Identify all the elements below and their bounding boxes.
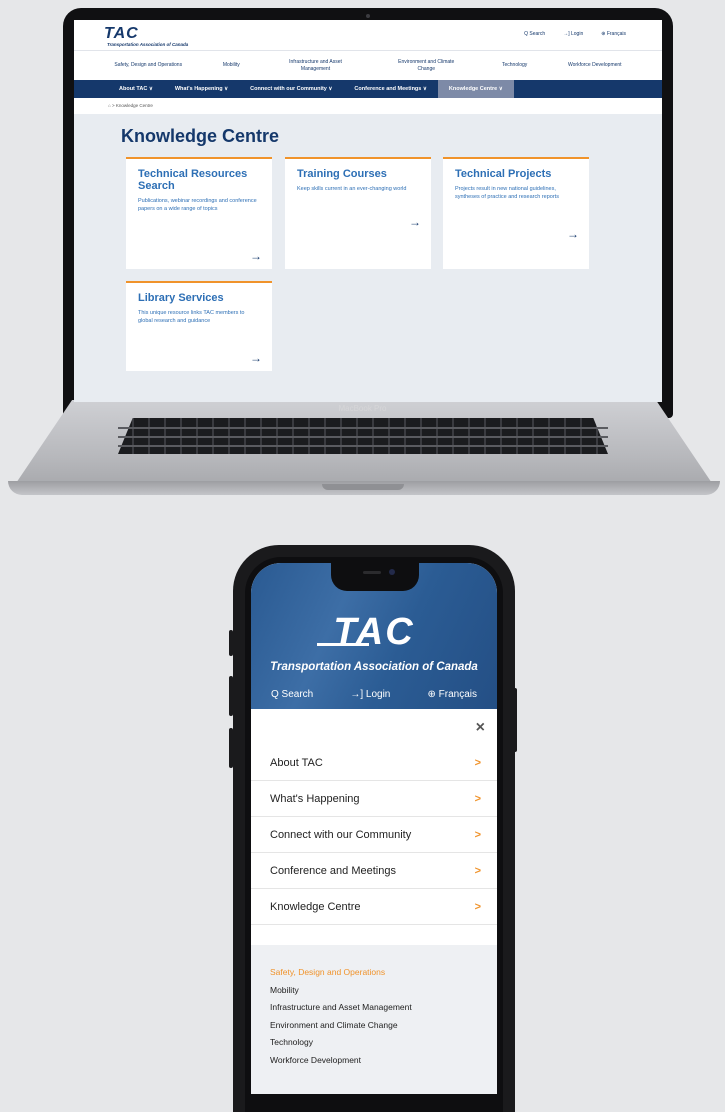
menu-item-label: Connect with our Community	[270, 828, 412, 841]
logo-speed-line	[317, 643, 369, 646]
laptop-screen: TAC Transportation Association of Canada…	[74, 20, 662, 402]
speaker-grille	[363, 571, 381, 574]
topic-link[interactable]: Technology	[502, 62, 527, 69]
keyboard-row	[118, 445, 608, 447]
menu-item-whats-happening[interactable]: What's Happening >	[251, 781, 497, 817]
laptop-mockup: MacBook Pro TAC Transportation Associati…	[0, 0, 725, 500]
chevron-right-icon: >	[474, 900, 481, 913]
card-title: Library Services	[138, 292, 224, 304]
keyboard-row	[118, 436, 608, 438]
topic-nav: Safety, Design and Operations Mobility I…	[74, 50, 662, 80]
chevron-right-icon: >	[474, 756, 481, 769]
close-icon[interactable]: ×	[476, 719, 485, 737]
card-title: Technical Projects	[455, 168, 552, 180]
card-grid: Technical Resources Search Publications,…	[74, 157, 662, 402]
phone-mockup: TAC Transportation Association of Canada…	[233, 545, 515, 1112]
main-nav-item[interactable]: Conference and Meetings ∨	[343, 80, 437, 98]
topic-link[interactable]: Infrastructure and Asset Management	[281, 59, 351, 72]
card-technical-projects[interactable]: Technical Projects Projects result in ne…	[443, 157, 589, 269]
topic-link[interactable]: Workforce Development	[270, 1055, 478, 1073]
phone-notch	[331, 563, 419, 591]
tac-logo-subtitle: Transportation Association of Canada	[270, 661, 478, 673]
main-nav-item[interactable]: Connect with our Community ∨	[239, 80, 343, 98]
card-description: Keep skills current in an ever-changing …	[297, 186, 407, 193]
keyboard-row	[118, 427, 608, 429]
login-link[interactable]: →] Login	[350, 689, 390, 700]
phone-camera	[389, 569, 395, 575]
card-description: This unique resource links TAC members t…	[138, 310, 245, 325]
topic-link[interactable]: Environment and Climate Change	[391, 59, 461, 72]
topic-link[interactable]: Mobility	[223, 62, 240, 69]
mobile-utility-nav: Q Search →] Login ⊕ Français	[271, 689, 477, 700]
card-description: Projects result in new national guidelin…	[455, 186, 559, 201]
arrow-right-icon[interactable]: →	[409, 215, 421, 229]
menu-item-label: Knowledge Centre	[270, 900, 361, 913]
menu-item-community[interactable]: Connect with our Community >	[251, 817, 497, 853]
page-title: Knowledge Centre	[121, 126, 280, 146]
card-description: Publications, webinar recordings and con…	[138, 198, 257, 213]
menu-item-about[interactable]: About TAC >	[251, 745, 497, 781]
topic-link[interactable]: Environment and Climate Change	[270, 1020, 478, 1038]
main-nav-item-active[interactable]: Knowledge Centre ∨	[437, 80, 514, 98]
chevron-right-icon: >	[474, 864, 481, 877]
topic-link[interactable]: Mobility	[270, 985, 478, 1003]
laptop-model-label: MacBook Pro	[338, 404, 387, 413]
phone-screen: TAC Transportation Association of Canada…	[251, 563, 497, 1094]
main-nav: About TAC ∨ What's Happening ∨ Connect w…	[74, 80, 662, 98]
arrow-right-icon[interactable]: →	[250, 351, 262, 365]
menu-close-bar: ×	[251, 709, 497, 745]
chevron-right-icon: >	[474, 828, 481, 841]
mobile-topic-list: Safety, Design and Operations Mobility I…	[251, 945, 497, 1094]
topic-link[interactable]: Workforce Development	[568, 62, 622, 69]
site-header: TAC Transportation Association of Canada…	[74, 20, 662, 50]
login-link[interactable]: →] Login	[563, 31, 583, 37]
tac-logo-subtitle: Transportation Association of Canada	[107, 42, 189, 47]
tac-logo[interactable]: TAC	[251, 611, 497, 654]
language-link[interactable]: ⊕ Français	[427, 689, 477, 700]
laptop-thumb-notch	[322, 484, 404, 490]
topic-link[interactable]: Infrastructure and Asset Management	[270, 1002, 478, 1020]
main-nav-item[interactable]: What's Happening ∨	[164, 80, 239, 98]
topic-link-active[interactable]: Safety, Design and Operations	[270, 967, 478, 985]
topic-link[interactable]: Safety, Design and Operations	[114, 62, 182, 69]
card-library-services[interactable]: Library Services This unique resource li…	[126, 281, 272, 371]
mobile-menu: About TAC > What's Happening > Connect w…	[251, 745, 497, 925]
arrow-right-icon[interactable]: →	[250, 249, 262, 263]
card-technical-resources[interactable]: Technical Resources Search Publications,…	[126, 157, 272, 269]
card-title: Technical Resources Search	[138, 168, 248, 193]
menu-item-label: What's Happening	[270, 792, 360, 805]
main-nav-item[interactable]: About TAC ∨	[108, 80, 164, 98]
chevron-right-icon: >	[474, 792, 481, 805]
menu-item-label: About TAC	[270, 756, 323, 769]
language-link[interactable]: ⊕ Français	[601, 31, 626, 37]
utility-nav: Q Search →] Login ⊕ Français	[524, 31, 626, 37]
menu-item-knowledge-centre[interactable]: Knowledge Centre >	[251, 889, 497, 925]
search-link[interactable]: Q Search	[524, 31, 545, 37]
tac-logo[interactable]: TAC	[104, 25, 139, 43]
menu-item-label: Conference and Meetings	[270, 864, 396, 877]
topic-link[interactable]: Technology	[270, 1037, 478, 1055]
laptop-camera	[366, 14, 370, 18]
search-link[interactable]: Q Search	[271, 689, 313, 700]
breadcrumb: ⌂ > Knowledge Centre	[74, 98, 662, 114]
arrow-right-icon[interactable]: →	[567, 227, 579, 241]
menu-item-conference[interactable]: Conference and Meetings >	[251, 853, 497, 889]
card-training-courses[interactable]: Training Courses Keep skills current in …	[285, 157, 431, 269]
card-title: Training Courses	[297, 168, 387, 180]
